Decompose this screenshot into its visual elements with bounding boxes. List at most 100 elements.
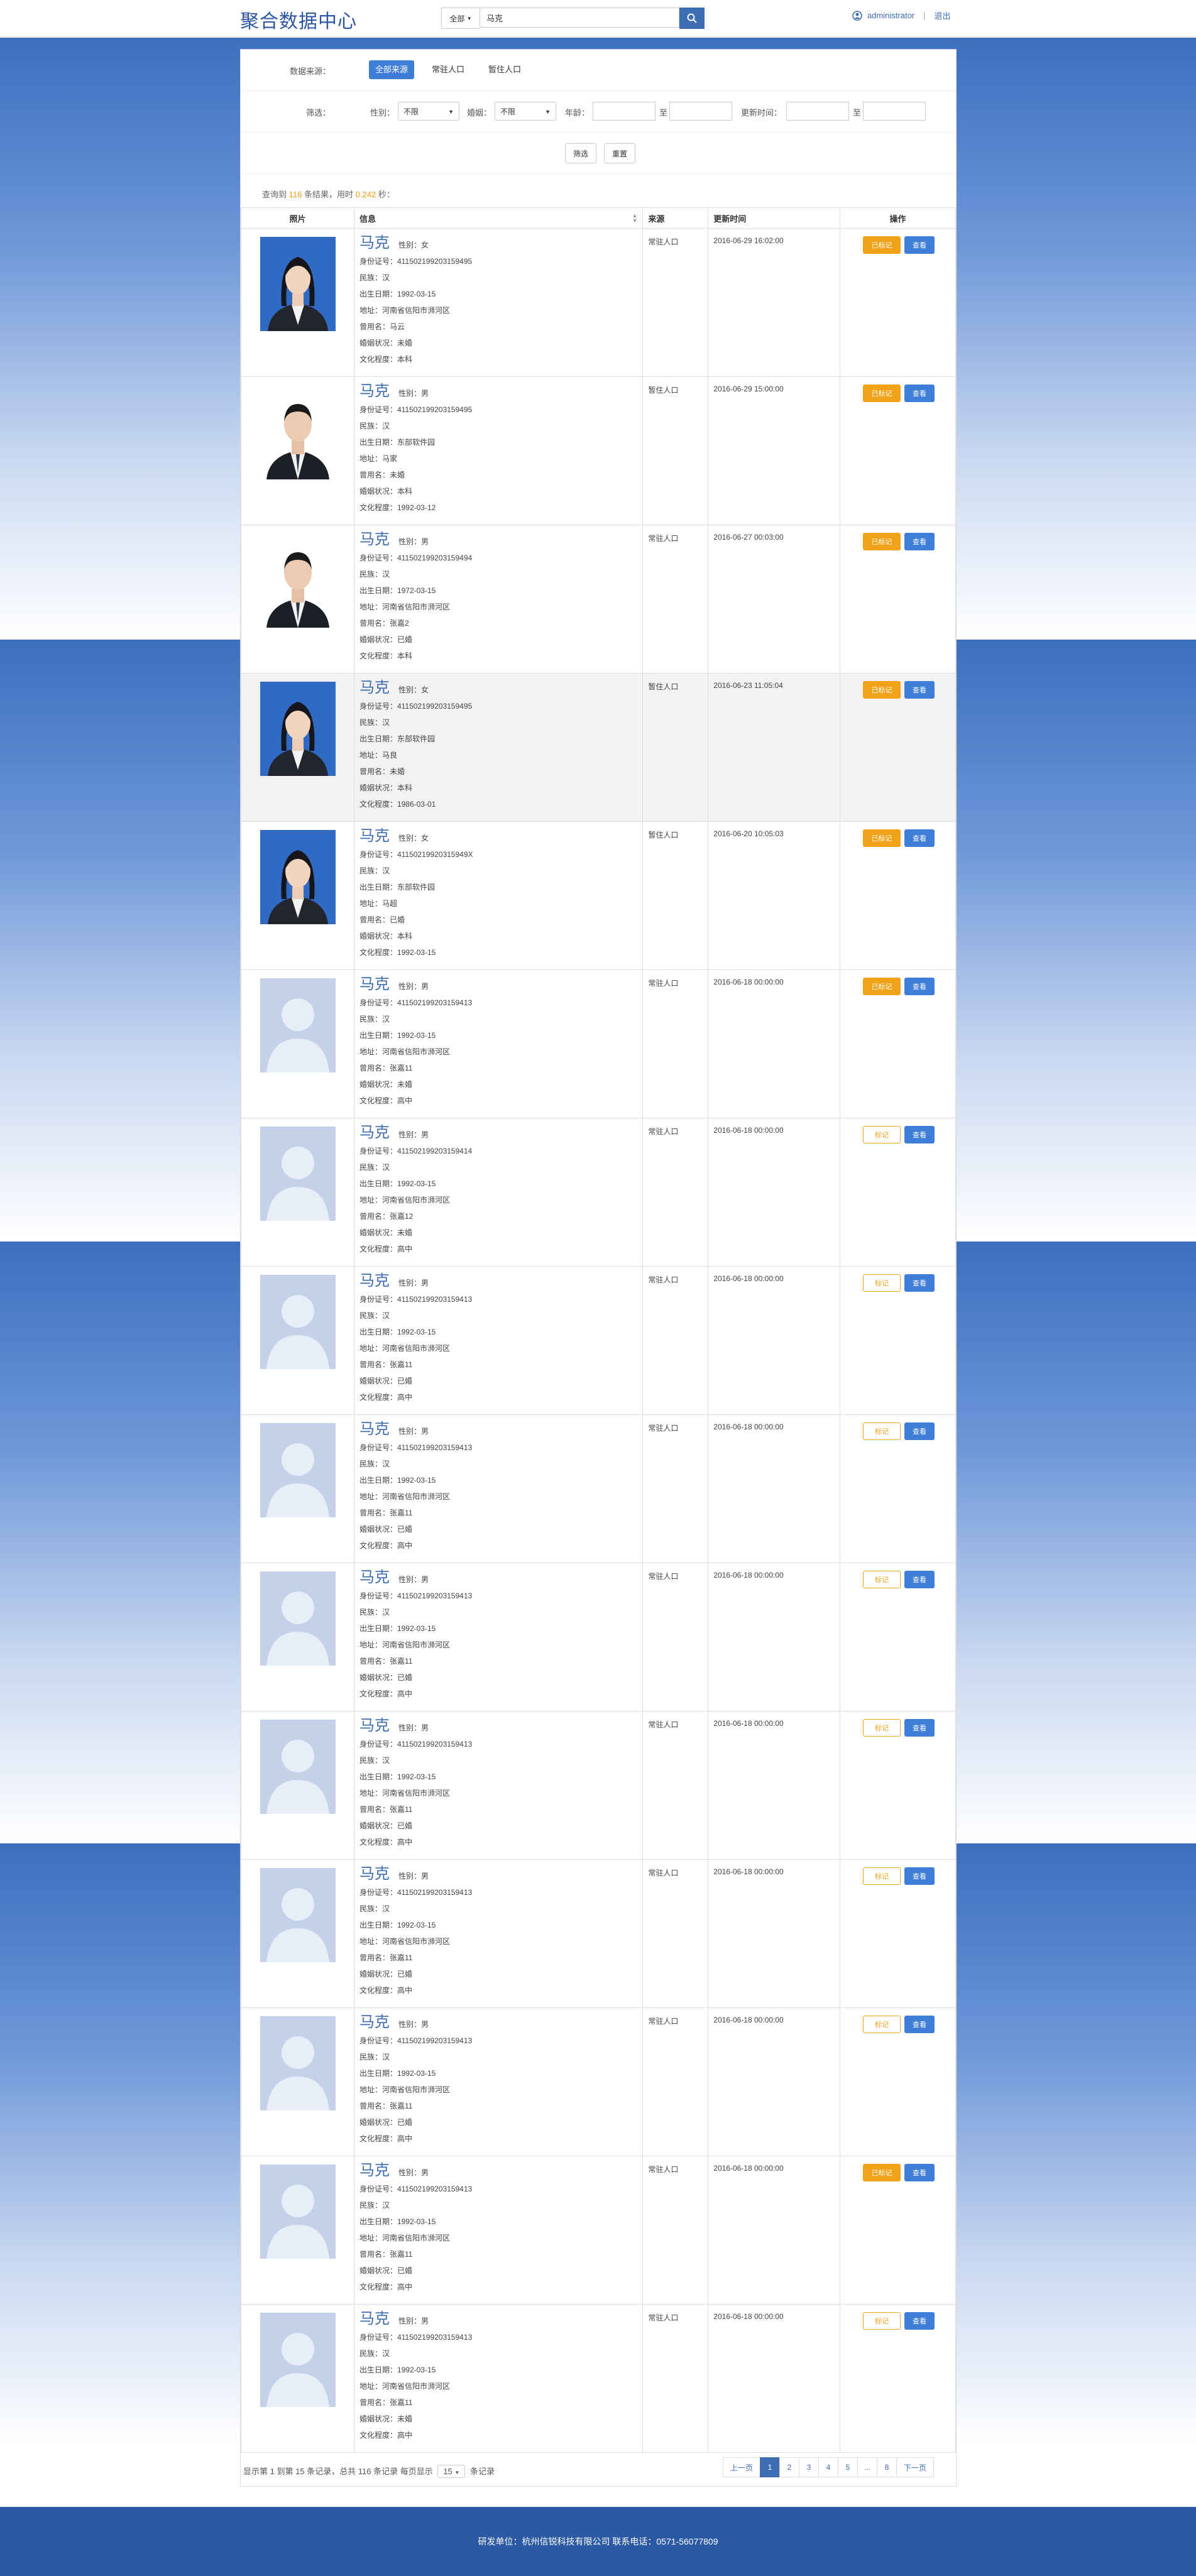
view-button[interactable]: 查看 [904, 1422, 935, 1440]
person-name-link[interactable]: 马克 [359, 1272, 390, 1289]
gender-select[interactable]: 不限 ▼ [398, 102, 459, 121]
source-resident-button[interactable]: 常驻人口 [425, 60, 471, 79]
view-button[interactable]: 查看 [904, 2164, 935, 2181]
page-button[interactable]: 8 [877, 2457, 897, 2477]
page-button[interactable]: 1 [760, 2457, 780, 2477]
person-name-link[interactable]: 马克 [359, 383, 390, 400]
view-button[interactable]: 查看 [904, 1274, 935, 1292]
person-photo[interactable] [260, 533, 336, 628]
per-page-select[interactable]: 15 ▼ [437, 2465, 466, 2478]
mark-button[interactable]: 已标记 [863, 2164, 901, 2181]
avatar-placeholder[interactable] [260, 1275, 336, 1369]
filter-button[interactable]: 筛选 [565, 143, 596, 163]
birth-text: 出生日期：1992-03-15 [359, 1921, 436, 1929]
avatar-placeholder[interactable] [260, 1571, 336, 1666]
table-row: 马克 性别：女 身份证号：411502199203159495 民族：汉 出生日期：东部… [241, 673, 956, 822]
person-name-link[interactable]: 马克 [359, 1717, 390, 1734]
age-from-input[interactable] [593, 102, 656, 121]
view-button[interactable]: 查看 [904, 1719, 935, 1737]
search-input[interactable]: 马克 [480, 8, 679, 28]
view-button[interactable]: 查看 [904, 533, 935, 550]
source-temporary-button[interactable]: 暂住人口 [482, 60, 527, 79]
alias-text: 曾用名：张嘉11 [359, 2398, 413, 2407]
page-button[interactable]: 3 [799, 2457, 819, 2477]
sort-icon[interactable]: ▲ ▼ [632, 213, 637, 224]
view-button[interactable]: 查看 [904, 1126, 935, 1143]
mark-button[interactable]: 已标记 [863, 978, 901, 995]
search-scope-dropdown[interactable]: 全部 ▼ [441, 8, 480, 29]
mark-button[interactable]: 标记 [863, 1422, 901, 1440]
logout-link[interactable]: 退出 [935, 9, 951, 21]
avatar-placeholder[interactable] [260, 978, 336, 1072]
nation-text: 民族：汉 [359, 570, 390, 579]
person-name-link[interactable]: 马克 [359, 234, 390, 251]
avatar-placeholder[interactable] [260, 1868, 336, 1962]
person-photo[interactable] [260, 830, 336, 924]
mark-button[interactable]: 标记 [863, 1274, 901, 1292]
view-button[interactable]: 查看 [904, 829, 935, 847]
prev-page-button[interactable]: 上一页 [723, 2457, 760, 2477]
person-name-link[interactable]: 马克 [359, 827, 390, 844]
avatar-placeholder[interactable] [260, 2313, 336, 2407]
person-name-link[interactable]: 马克 [359, 1421, 390, 1438]
avatar-placeholder[interactable] [260, 1127, 336, 1221]
avatar-placeholder[interactable] [260, 2164, 336, 2259]
mark-button[interactable]: 已标记 [863, 236, 901, 254]
person-name-link[interactable]: 马克 [359, 2162, 390, 2179]
person-name-link[interactable]: 马克 [359, 1865, 390, 1882]
birth-text: 出生日期：1992-03-15 [359, 1772, 436, 1781]
info-cell: 马克 性别：男 身份证号：411502199203159413 民族：汉 出生日期：19… [353, 2156, 644, 2305]
mark-button[interactable]: 已标记 [863, 681, 901, 699]
mark-button[interactable]: 已标记 [863, 385, 901, 402]
search-button[interactable] [679, 8, 705, 29]
logo[interactable]: 聚合数据中心 [240, 6, 357, 33]
person-name-link[interactable]: 马克 [359, 679, 390, 696]
person-name-link[interactable]: 马克 [359, 2014, 390, 2031]
actions-cell: 标记 查看 [840, 1414, 956, 1563]
view-button[interactable]: 查看 [904, 385, 935, 402]
view-button[interactable]: 查看 [904, 978, 935, 995]
page-button[interactable]: 5 [838, 2457, 858, 2477]
source-cell: 常驻人口 [642, 1859, 709, 2008]
page-button[interactable]: 2 [779, 2457, 799, 2477]
view-button[interactable]: 查看 [904, 681, 935, 699]
source-all-button[interactable]: 全部来源 [369, 60, 415, 79]
pagination: 上一页 1 2 3 4 5... 8 下一页 [723, 2457, 934, 2477]
reset-button[interactable]: 重置 [604, 143, 635, 163]
time-to-input[interactable] [863, 102, 926, 121]
view-button[interactable]: 查看 [904, 236, 935, 254]
view-button[interactable]: 查看 [904, 2016, 935, 2033]
avatar-placeholder[interactable] [260, 2016, 336, 2110]
view-button[interactable]: 查看 [904, 1571, 935, 1588]
page-button[interactable]: 4 [818, 2457, 838, 2477]
marriage-select[interactable]: 不限 ▼ [495, 102, 556, 121]
source-cell: 常驻人口 [642, 1414, 709, 1563]
person-name-link[interactable]: 马克 [359, 976, 390, 993]
view-button[interactable]: 查看 [904, 2312, 935, 2330]
mark-button[interactable]: 标记 [863, 1571, 901, 1588]
age-to-input[interactable] [669, 102, 732, 121]
person-name-link[interactable]: 马克 [359, 2310, 390, 2327]
avatar-placeholder[interactable] [260, 1720, 336, 1814]
mark-button[interactable]: 标记 [863, 1719, 901, 1737]
mark-button[interactable]: 标记 [863, 2312, 901, 2330]
person-photo[interactable] [260, 682, 336, 776]
mark-button[interactable]: 标记 [863, 1867, 901, 1885]
mark-button[interactable]: 标记 [863, 2016, 901, 2033]
mark-button[interactable]: 已标记 [863, 829, 901, 847]
person-name-link[interactable]: 马克 [359, 1124, 390, 1141]
avatar-placeholder[interactable] [260, 1423, 336, 1517]
person-photo[interactable] [260, 237, 336, 331]
source-cell: 常驻人口 [642, 1266, 709, 1415]
id-number: 身份证号：411502199203159413 [359, 1443, 473, 1452]
mark-button[interactable]: 已标记 [863, 533, 901, 550]
person-name-link[interactable]: 马克 [359, 531, 390, 548]
time-from-input[interactable] [786, 102, 849, 121]
person-name-link[interactable]: 马克 [359, 1569, 390, 1586]
username-link[interactable]: administrator [867, 11, 914, 20]
column-header-info[interactable]: 信息 ▲ ▼ [353, 207, 644, 229]
next-page-button[interactable]: 下一页 [896, 2457, 934, 2477]
person-photo[interactable] [260, 385, 336, 479]
view-button[interactable]: 查看 [904, 1867, 935, 1885]
mark-button[interactable]: 标记 [863, 1126, 901, 1143]
